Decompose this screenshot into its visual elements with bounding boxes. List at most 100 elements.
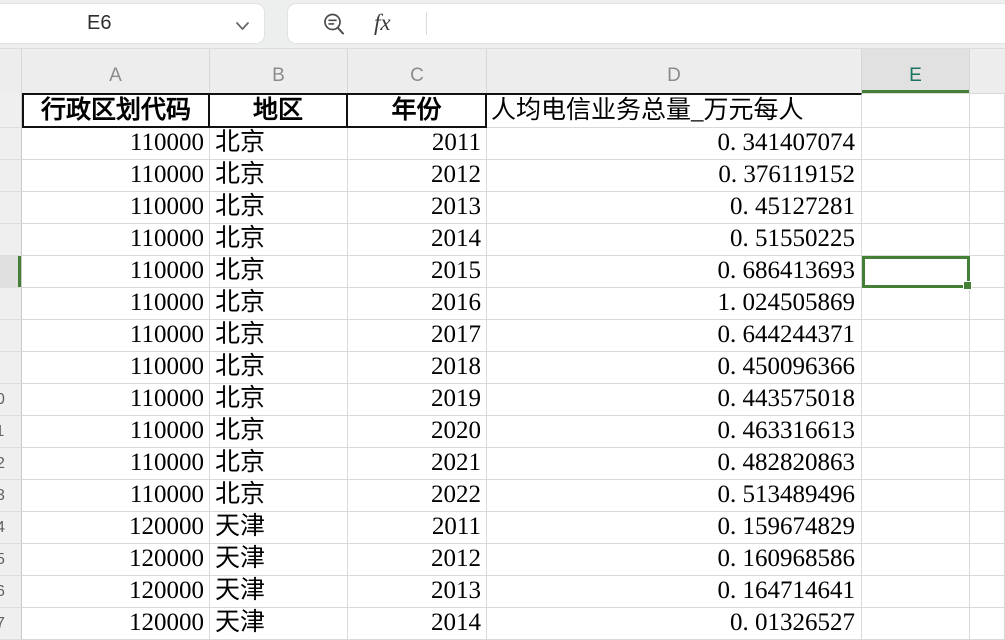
cell-C5[interactable]: 2014 [348,224,487,256]
cell-E8[interactable] [862,320,970,352]
cell-E11[interactable] [862,416,970,448]
cell-C11[interactable]: 2020 [348,416,487,448]
cell-C6[interactable]: 2015 [348,256,487,288]
cell-F9[interactable] [970,352,1005,384]
cell-F14[interactable] [970,512,1005,544]
cell-E5[interactable] [862,224,970,256]
cell-B13[interactable]: 北京 [210,480,348,512]
cell-D6[interactable]: 0. 686413693 [487,256,862,288]
cell-A14[interactable]: 120000 [22,512,210,544]
cell-E1[interactable] [862,93,970,128]
cell-C12[interactable]: 2021 [348,448,487,480]
column-header-E[interactable]: E [862,49,970,93]
fill-handle[interactable] [963,281,972,290]
cell-E10[interactable] [862,384,970,416]
cell-B16[interactable]: 天津 [210,576,348,608]
cell-A9[interactable]: 110000 [22,352,210,384]
cell-A11[interactable]: 110000 [22,416,210,448]
row-header-10[interactable]: 10 [0,384,22,416]
cell-C3[interactable]: 2012 [348,160,487,192]
cell-C10[interactable]: 2019 [348,384,487,416]
cell-D16[interactable]: 0. 164714641 [487,576,862,608]
cell-D14[interactable]: 0. 159674829 [487,512,862,544]
cell-F5[interactable] [970,224,1005,256]
cell-E2[interactable] [862,128,970,160]
cell-A1[interactable]: 行政区划代码 [22,93,210,128]
cell-B1[interactable]: 地区 [210,93,348,128]
cell-C16[interactable]: 2013 [348,576,487,608]
cell-C8[interactable]: 2017 [348,320,487,352]
row-header-14[interactable]: 14 [0,512,22,544]
cell-B15[interactable]: 天津 [210,544,348,576]
cell-F8[interactable] [970,320,1005,352]
column-header-A[interactable]: A [22,49,210,93]
cell-D10[interactable]: 0. 443575018 [487,384,862,416]
cell-F15[interactable] [970,544,1005,576]
cell-F7[interactable] [970,288,1005,320]
cell-C4[interactable]: 2013 [348,192,487,224]
cell-C14[interactable]: 2011 [348,512,487,544]
cell-E14[interactable] [862,512,970,544]
cell-C17[interactable]: 2014 [348,608,487,640]
row-header-12[interactable]: 12 [0,448,22,480]
cell-D17[interactable]: 0. 01326527 [487,608,862,640]
cell-C7[interactable]: 2016 [348,288,487,320]
cell-B12[interactable]: 北京 [210,448,348,480]
cell-B7[interactable]: 北京 [210,288,348,320]
cell-F13[interactable] [970,480,1005,512]
row-header-17[interactable]: 17 [0,608,22,640]
cell-C1[interactable]: 年份 [348,93,487,128]
cell-F17[interactable] [970,608,1005,640]
cell-B9[interactable]: 北京 [210,352,348,384]
cell-A15[interactable]: 120000 [22,544,210,576]
cell-B14[interactable]: 天津 [210,512,348,544]
row-header-9[interactable]: 9 [0,352,22,384]
cell-A8[interactable]: 110000 [22,320,210,352]
cell-A5[interactable]: 110000 [22,224,210,256]
row-header-5[interactable]: 5 [0,224,22,256]
row-header-13[interactable]: 13 [0,480,22,512]
cell-F6[interactable] [970,256,1005,288]
row-header-2[interactable]: 2 [0,128,22,160]
column-header-D[interactable]: D [487,49,862,93]
cell-B4[interactable]: 北京 [210,192,348,224]
cell-E7[interactable] [862,288,970,320]
cell-C15[interactable]: 2012 [348,544,487,576]
cell-F4[interactable] [970,192,1005,224]
column-header-C[interactable]: C [348,49,487,93]
cell-C2[interactable]: 2011 [348,128,487,160]
cell-B8[interactable]: 北京 [210,320,348,352]
cell-A10[interactable]: 110000 [22,384,210,416]
cell-F12[interactable] [970,448,1005,480]
row-header-4[interactable]: 4 [0,192,22,224]
cell-E12[interactable] [862,448,970,480]
row-header-16[interactable]: 16 [0,576,22,608]
cell-C9[interactable]: 2018 [348,352,487,384]
cell-C13[interactable]: 2022 [348,480,487,512]
cell-F2[interactable] [970,128,1005,160]
cell-D9[interactable]: 0. 450096366 [487,352,862,384]
cell-A6[interactable]: 110000 [22,256,210,288]
cell-B11[interactable]: 北京 [210,416,348,448]
cell-B2[interactable]: 北京 [210,128,348,160]
cell-E9[interactable] [862,352,970,384]
row-header-6[interactable]: 6 [0,256,22,288]
row-header-7[interactable]: 7 [0,288,22,320]
cell-E4[interactable] [862,192,970,224]
cell-D12[interactable]: 0. 482820863 [487,448,862,480]
cell-E13[interactable] [862,480,970,512]
cell-E3[interactable] [862,160,970,192]
cell-A7[interactable]: 110000 [22,288,210,320]
cell-A3[interactable]: 110000 [22,160,210,192]
cell-B6[interactable]: 北京 [210,256,348,288]
cell-D7[interactable]: 1. 024505869 [487,288,862,320]
cell-E16[interactable] [862,576,970,608]
cell-D4[interactable]: 0. 45127281 [487,192,862,224]
row-header-11[interactable]: 11 [0,416,22,448]
cell-A2[interactable]: 110000 [22,128,210,160]
cell-A16[interactable]: 120000 [22,576,210,608]
cell-F11[interactable] [970,416,1005,448]
cell-B3[interactable]: 北京 [210,160,348,192]
cell-A13[interactable]: 110000 [22,480,210,512]
cell-D1[interactable]: 人均电信业务总量_万元每人 [487,93,862,128]
